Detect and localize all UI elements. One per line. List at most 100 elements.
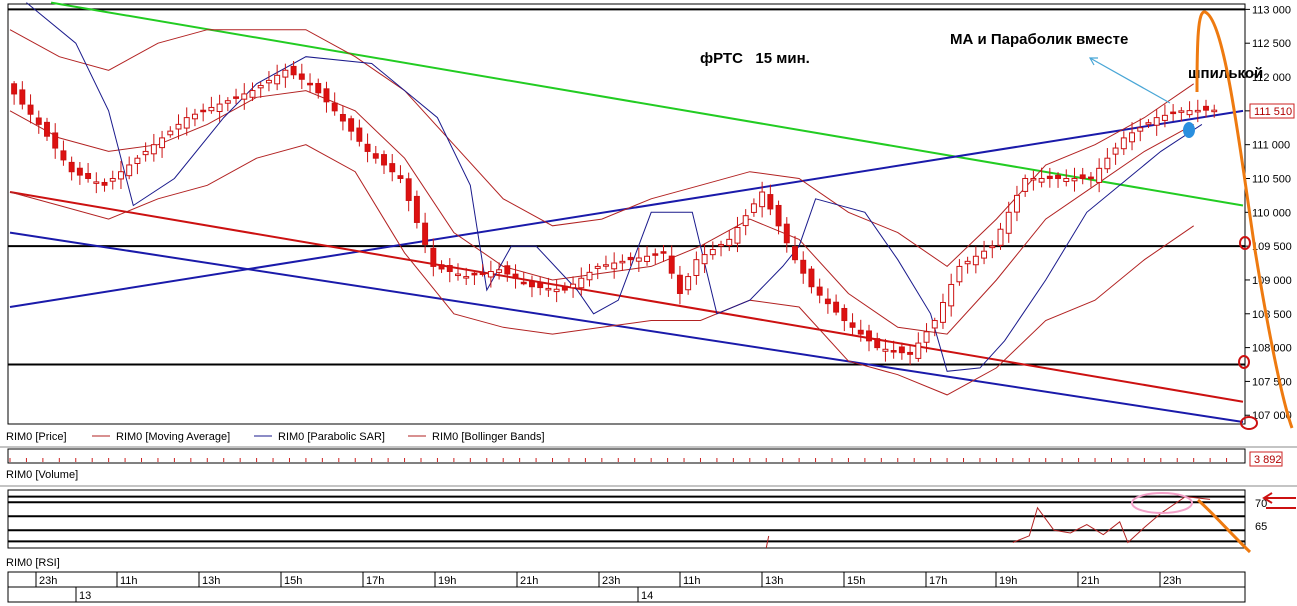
- hour-label: 17h: [366, 575, 384, 587]
- candle-body: [76, 167, 83, 176]
- candle-body: [1120, 137, 1127, 150]
- candle-body: [529, 280, 535, 288]
- price-legend: RIM0 [Price] RIM0 [Moving Average] RIM0 …: [6, 431, 545, 443]
- candle-body: [964, 260, 971, 265]
- candle-body: [989, 245, 996, 249]
- y-tick-label: 113 000: [1252, 4, 1291, 16]
- candle-body: [619, 260, 626, 264]
- rsi-plot-frame: [7, 489, 1246, 549]
- candle-body: [800, 259, 807, 274]
- candle-body: [290, 65, 297, 76]
- candle-body: [208, 106, 215, 112]
- candle-body: [438, 264, 445, 270]
- candle-body: [150, 144, 157, 155]
- hour-label: 23h: [1163, 575, 1181, 587]
- hour-label: 13h: [202, 575, 220, 587]
- candle-body: [487, 270, 494, 278]
- hour-label: 19h: [999, 575, 1017, 587]
- candle-body: [27, 104, 34, 115]
- y-tick-label: 110 500: [1252, 173, 1291, 185]
- candle-body: [783, 223, 790, 244]
- y-tick-label: 110 000: [1252, 207, 1291, 219]
- candle-body: [422, 222, 429, 245]
- hour-label: 11h: [120, 575, 138, 587]
- hour-label: 21h: [520, 575, 538, 587]
- candle-body: [512, 273, 519, 279]
- y-tick-label: 108 500: [1252, 309, 1292, 321]
- y-tick-label: 112 500: [1252, 38, 1291, 50]
- candle-body: [981, 250, 988, 259]
- candle-body: [685, 276, 692, 291]
- candle-body: [660, 251, 667, 254]
- candle-body: [997, 228, 1004, 246]
- candle-body: [93, 181, 100, 184]
- rsi-panel-label: RIM0 [RSI]: [6, 557, 60, 569]
- candle-body: [520, 281, 527, 285]
- day-label: 14: [641, 590, 653, 602]
- last-price-label: 111 510: [1254, 106, 1292, 118]
- candle-body: [19, 89, 26, 105]
- candle-body: [874, 338, 881, 349]
- candle-body: [455, 273, 461, 277]
- legend-moving-average: RIM0 [Moving Average]: [116, 431, 230, 443]
- candle-body: [389, 163, 396, 173]
- candle-body: [175, 123, 182, 130]
- candle-body: [356, 127, 363, 142]
- candle-body: [496, 269, 503, 273]
- hour-label: 15h: [847, 575, 865, 587]
- candle-body: [381, 154, 387, 166]
- candle-body: [1005, 211, 1012, 234]
- candle-body: [972, 255, 979, 266]
- candle-body: [364, 143, 371, 152]
- hour-label: 17h: [929, 575, 947, 587]
- candle-body: [60, 150, 67, 161]
- candle-body: [578, 277, 585, 289]
- note-ma-sar: МА и Параболик вместе: [950, 31, 1128, 48]
- candle-body: [759, 191, 766, 208]
- volume-value-label: 3 892: [1254, 454, 1282, 466]
- candle-body: [882, 348, 889, 352]
- candle-body: [570, 283, 577, 289]
- price-panel: 107 000107 500108 000108 500109 000109 5…: [6, 1, 1295, 443]
- hour-label: 23h: [39, 575, 57, 587]
- candle-body: [1030, 177, 1037, 181]
- volume-plot-frame: [7, 448, 1246, 464]
- candle-body: [1038, 177, 1045, 183]
- candle-body: [841, 307, 848, 322]
- candle-body: [134, 157, 141, 165]
- hour-label: 15h: [284, 575, 302, 587]
- candle-body: [118, 171, 124, 180]
- candle-body: [734, 227, 741, 244]
- candle-body: [159, 137, 166, 149]
- candle-body: [331, 102, 338, 112]
- candle-body: [602, 264, 609, 267]
- candle-body: [1046, 175, 1053, 179]
- candle-body: [824, 298, 831, 305]
- candle-body: [142, 150, 149, 156]
- hour-label: 19h: [438, 575, 456, 587]
- candle-body: [775, 204, 782, 227]
- candle-body: [101, 181, 108, 186]
- rsi-level-65: 65: [1255, 521, 1267, 533]
- candle-body: [413, 195, 420, 223]
- candle-body: [109, 177, 116, 182]
- candle-body: [35, 117, 42, 125]
- hour-label: 23h: [602, 575, 620, 587]
- candle-body: [545, 287, 552, 291]
- candle-body: [85, 172, 92, 179]
- candle-body: [701, 254, 708, 265]
- candle-body: [586, 271, 593, 281]
- candle-body: [1087, 176, 1094, 180]
- candle-body: [1129, 132, 1135, 143]
- candle-body: [463, 276, 470, 279]
- chart-canvas: 107 000107 500108 000108 500109 000109 5…: [0, 1, 1297, 603]
- candle-body: [1194, 109, 1201, 113]
- candle-body: [833, 301, 840, 313]
- candle-body: [808, 268, 815, 288]
- candle-body: [1104, 157, 1111, 170]
- candle-body: [183, 117, 190, 129]
- candle-body: [561, 285, 568, 291]
- candle-body: [224, 100, 231, 104]
- candle-body: [1063, 177, 1070, 182]
- candle-body: [940, 301, 946, 323]
